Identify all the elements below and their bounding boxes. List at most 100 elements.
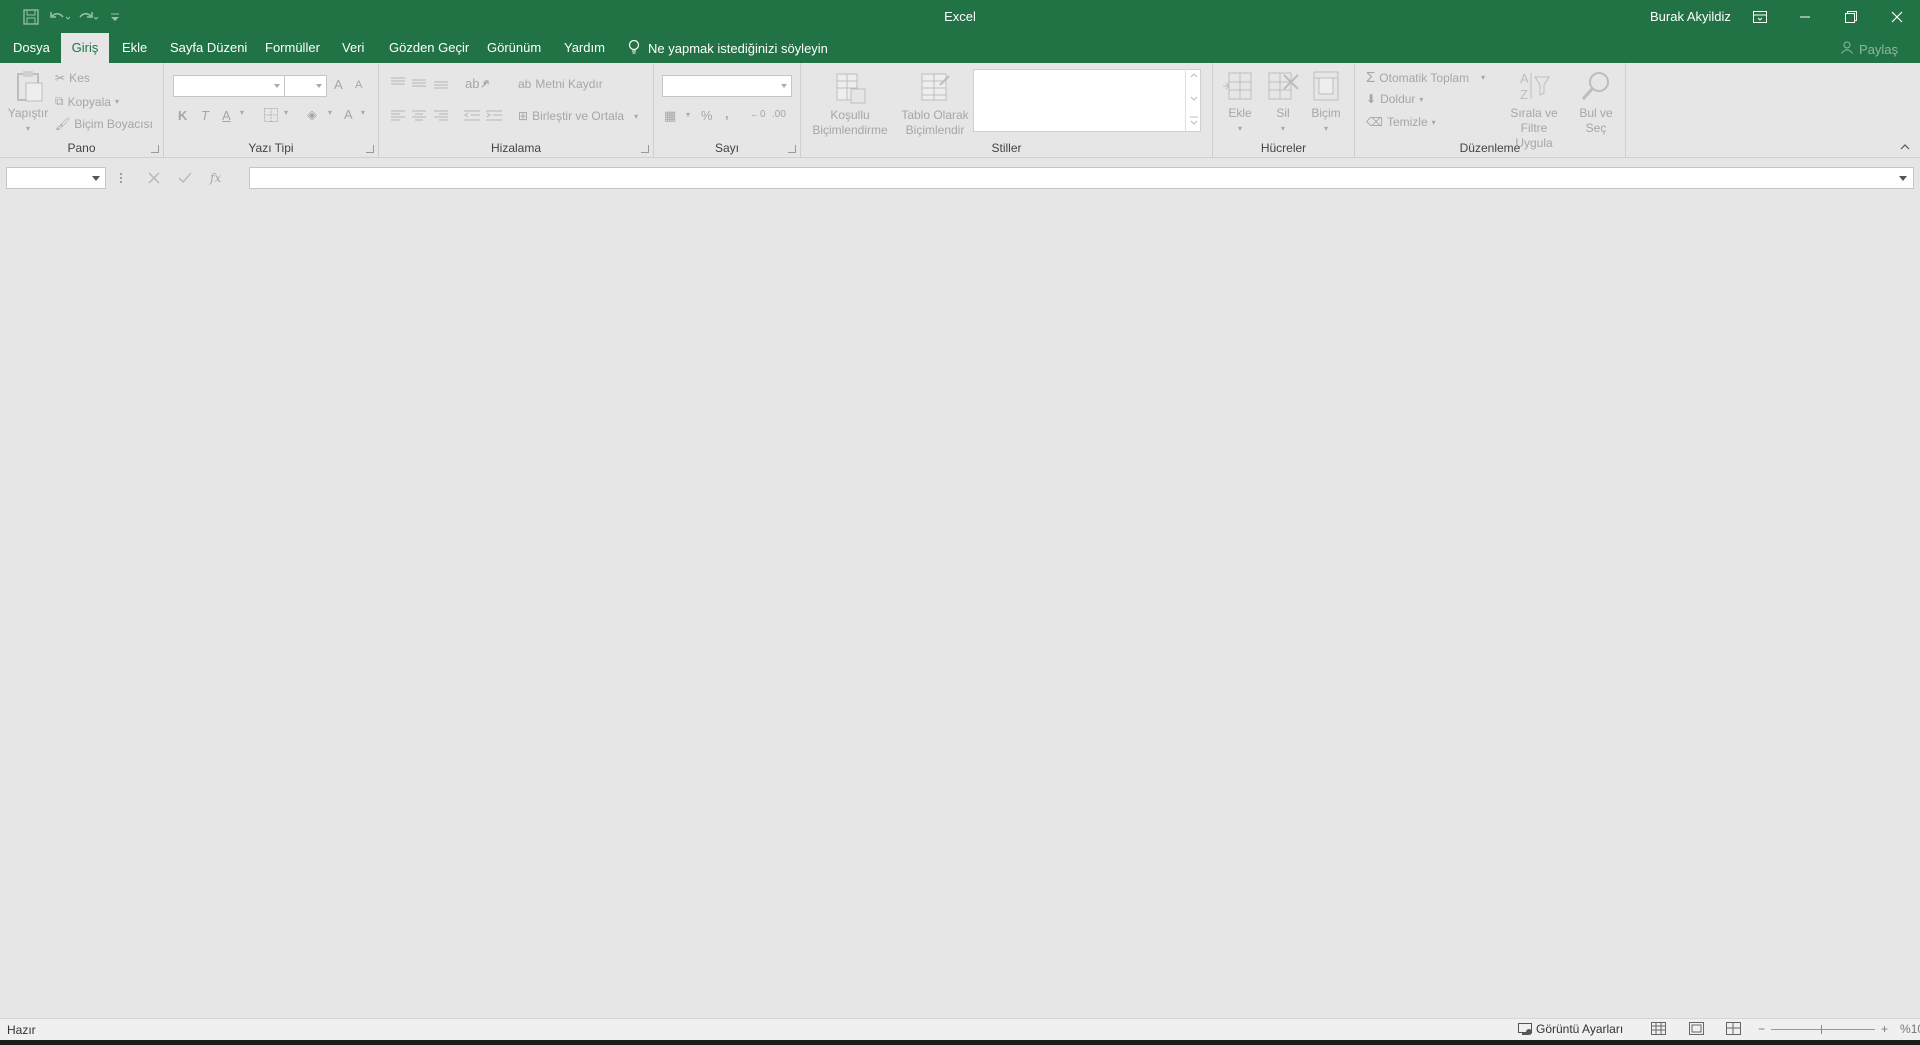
view-settings-label: Görüntü Ayarları — [1536, 1022, 1624, 1036]
increase-indent-icon[interactable] — [486, 110, 502, 122]
decrease-decimal-icon[interactable]: .00 — [772, 109, 786, 120]
share-button[interactable]: Paylaş — [1841, 41, 1898, 57]
alignment-dialog-launcher[interactable] — [641, 145, 649, 153]
tab-help[interactable]: Yardım — [564, 33, 605, 63]
formula-input[interactable] — [249, 167, 1914, 189]
cell-styles-gallery-scroll[interactable] — [1185, 69, 1201, 132]
tab-review[interactable]: Gözden Geçir — [389, 33, 469, 63]
autosum-label: Otomatik Toplam — [1379, 70, 1470, 85]
zoom-in-button[interactable]: + — [1881, 1022, 1888, 1036]
clear-button[interactable]: ⌫ Temizle ▾ — [1366, 115, 1436, 129]
currency-dropdown[interactable]: ▾ — [686, 110, 690, 119]
share-label: Paylaş — [1858, 41, 1898, 57]
font-name-combo[interactable] — [173, 75, 285, 97]
clipboard-group-label: Pano — [67, 141, 96, 155]
orientation-dropdown[interactable]: ▾ — [483, 79, 487, 88]
view-settings-button[interactable]: Görüntü Ayarları — [1518, 1022, 1623, 1036]
align-middle-icon[interactable] — [412, 77, 426, 89]
tell-me-text: Ne yapmak istediğinizi söyleyin — [648, 40, 828, 56]
wrap-text-button[interactable]: ab Metni Kaydır — [518, 77, 603, 91]
tab-data[interactable]: Veri — [342, 33, 364, 63]
fill-color-dropdown[interactable]: ▾ — [328, 108, 332, 117]
shrink-font-button[interactable]: A — [355, 79, 362, 91]
confirm-entry-icon[interactable] — [178, 172, 192, 184]
taskbar-edge — [0, 1040, 1920, 1045]
cut-button[interactable]: ✂ Kes — [55, 71, 90, 85]
increase-decimal-icon[interactable]: ←0 — [750, 109, 766, 120]
font-size-combo[interactable] — [284, 75, 327, 97]
format-cells-button[interactable]: Biçim ▾ — [1306, 69, 1346, 136]
sort-filter-button[interactable]: AZ Sırala ve Filtre Uygula — [1496, 69, 1572, 151]
zoom-slider[interactable] — [1771, 1024, 1876, 1034]
sort-filter-icon: AZ — [1520, 71, 1550, 102]
tab-page-layout[interactable]: Sayfa Düzeni — [170, 33, 247, 63]
zoom-out-button[interactable]: − — [1758, 1022, 1765, 1036]
insert-cells-button[interactable]: Ekle ▾ — [1222, 69, 1258, 136]
clipboard-group: Yapıştır ▾ ✂ Kes ⧉ Kopyala ▾ 🖌 Biçim Boyacıs… — [0, 63, 164, 158]
align-bottom-icon[interactable] — [434, 77, 448, 89]
autosum-button[interactable]: Σ Otomatik Toplam ▾ — [1366, 69, 1485, 86]
alignment-group-label: Hizalama — [490, 141, 541, 155]
cancel-entry-icon[interactable] — [148, 172, 160, 184]
conditional-formatting-button[interactable]: Koşullu Biçimlendirme — [809, 71, 891, 138]
fill-color-icon[interactable]: ◈ — [307, 107, 317, 123]
formula-bar-grip-icon[interactable] — [119, 172, 123, 186]
zoom-slider-thumb[interactable] — [1821, 1024, 1823, 1034]
clipboard-dialog-launcher[interactable] — [151, 145, 159, 153]
collapse-ribbon-icon[interactable] — [1900, 143, 1910, 151]
cells-group-label: Hücreler — [1260, 141, 1307, 155]
tab-home[interactable]: Giriş — [61, 33, 109, 63]
number-dialog-launcher[interactable] — [788, 145, 796, 153]
sigma-icon: Σ — [1366, 69, 1376, 86]
tab-view[interactable]: Görünüm — [487, 33, 541, 63]
minimize-icon[interactable] — [1782, 0, 1828, 33]
fill-button[interactable]: ⬇ Doldur ▾ — [1366, 92, 1423, 106]
page-break-view-icon[interactable] — [1726, 1022, 1742, 1036]
page-layout-view-icon[interactable] — [1689, 1022, 1705, 1036]
grow-font-button[interactable]: A — [334, 77, 343, 92]
italic-button[interactable]: T — [201, 108, 209, 123]
close-icon[interactable] — [1874, 0, 1920, 33]
user-name[interactable]: Burak Akyildiz — [1650, 9, 1731, 24]
tab-formulas[interactable]: Formüller — [265, 33, 320, 63]
align-left-icon[interactable] — [391, 110, 405, 122]
zoom-level[interactable]: %10 — [1900, 1022, 1920, 1036]
borders-icon[interactable] — [264, 108, 278, 125]
underline-button[interactable]: A — [222, 108, 231, 123]
font-dialog-launcher[interactable] — [366, 145, 374, 153]
format-as-table-button[interactable]: Tablo Olarak Biçimlendir — [895, 71, 975, 138]
underline-dropdown[interactable]: ▾ — [240, 108, 244, 117]
number-format-combo[interactable] — [662, 75, 792, 97]
ribbon-display-options-icon[interactable] — [1737, 0, 1783, 33]
paste-button[interactable]: Yapıştır ▾ — [6, 69, 50, 136]
status-text: Hazır — [7, 1023, 36, 1037]
delete-cells-icon — [1268, 72, 1299, 100]
normal-view-icon[interactable] — [1651, 1022, 1667, 1036]
copy-button[interactable]: ⧉ Kopyala ▾ — [55, 94, 119, 109]
align-right-icon[interactable] — [434, 110, 448, 122]
font-color-dropdown[interactable]: ▾ — [361, 108, 365, 117]
font-color-button[interactable]: A — [344, 107, 353, 122]
title-bar: Excel Burak Akyildiz — [0, 0, 1920, 33]
delete-cells-button[interactable]: Sil ▾ — [1265, 69, 1301, 136]
merge-center-button[interactable]: ⊞ Birleştir ve Ortala ▾ — [518, 109, 638, 123]
tab-file[interactable]: Dosya — [13, 33, 50, 63]
name-box[interactable] — [6, 167, 106, 189]
percent-button[interactable]: % — [701, 108, 713, 123]
insert-function-button[interactable]: fx — [210, 171, 221, 185]
paintbrush-icon: 🖌 — [55, 117, 71, 131]
format-painter-button[interactable]: 🖌 Biçim Boyacısı — [55, 117, 153, 131]
decrease-indent-icon[interactable] — [464, 110, 480, 122]
comma-button[interactable]: , — [725, 106, 729, 121]
align-center-icon[interactable] — [412, 110, 426, 122]
cell-styles-gallery[interactable] — [973, 69, 1201, 132]
borders-dropdown[interactable]: ▾ — [284, 108, 288, 117]
tell-me-search[interactable]: Ne yapmak istediğinizi söyleyin — [628, 33, 828, 63]
find-select-button[interactable]: Bul ve Seç — [1574, 69, 1618, 136]
align-top-icon[interactable] — [391, 77, 405, 89]
restore-icon[interactable] — [1828, 0, 1874, 33]
expand-formula-bar-icon[interactable] — [1899, 176, 1907, 181]
bold-button[interactable]: K — [178, 108, 187, 123]
currency-icon[interactable]: ▦ — [664, 108, 676, 124]
tab-insert[interactable]: Ekle — [122, 33, 147, 63]
